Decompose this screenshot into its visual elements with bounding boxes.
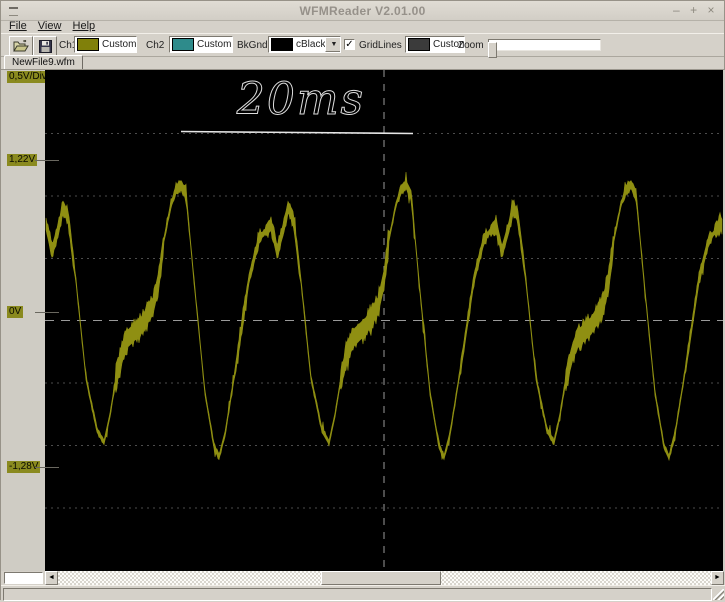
scroll-left-icon: ◄ <box>48 574 55 581</box>
zoom-label: Zoom <box>458 40 484 51</box>
chevron-down-icon[interactable]: ▼ <box>325 37 340 52</box>
bkgnd-label: BkGnd <box>237 40 268 51</box>
ch2-color-value: Custom... <box>197 39 232 50</box>
save-floppy-icon <box>38 39 52 53</box>
scope-display: 20ms <box>45 70 723 572</box>
menu-bar: File View Help <box>1 20 724 33</box>
title-bar: WFMReader V2.01.00 – + × <box>1 1 724 21</box>
status-panel <box>3 588 712 601</box>
check-icon: ✓ <box>345 39 354 50</box>
waveform-panel: 0,5V/Div 1,22V 0V -1,28V 20ms <box>1 69 725 572</box>
time-annotation: 20ms <box>236 74 365 125</box>
axis-label: 1,22V <box>7 154 38 166</box>
scroll-right-button[interactable]: ► <box>711 571 724 585</box>
maximize-icon[interactable]: + <box>687 3 701 17</box>
ch2-color-select[interactable]: Custom... ▼ <box>169 36 233 53</box>
toolbar: Ch1 Custom... ▼ Ch2 Custom... ▼ BkGnd cB… <box>1 33 724 58</box>
axis-label: 0,5V/Div <box>7 71 49 83</box>
tab-bar: NewFile9.wfm <box>1 55 724 72</box>
menu-item-file[interactable]: File <box>9 20 27 32</box>
status-bar <box>1 585 725 602</box>
gridlines-color-select[interactable]: Custom... ▼ <box>405 36 465 53</box>
window-controls: – + × <box>669 3 718 17</box>
window-title: WFMReader V2.01.00 <box>299 4 426 18</box>
ch1-color-swatch <box>77 38 99 51</box>
horizontal-scrollbar: ◄ ► <box>1 571 725 585</box>
gridlines-color-swatch <box>408 38 430 51</box>
gridlines-checkbox[interactable]: ✓ <box>344 39 355 50</box>
menu-item-view[interactable]: View <box>38 20 62 32</box>
axis-tick <box>35 467 59 468</box>
resize-grip-icon[interactable] <box>713 589 724 600</box>
axis-tick <box>35 160 59 161</box>
bkgnd-color-swatch <box>271 38 293 51</box>
waveform-canvas: 20ms <box>45 70 723 572</box>
scroll-left-button[interactable]: ◄ <box>45 571 58 585</box>
gridlines-label: GridLines <box>359 40 402 51</box>
bkgnd-color-select[interactable]: cBlack ▼ <box>268 36 341 53</box>
menu-item-help[interactable]: Help <box>73 20 96 32</box>
axis-gutter: 0,5V/Div 1,22V 0V -1,28V <box>1 70 49 571</box>
save-file-button[interactable] <box>33 36 57 56</box>
minimize-icon[interactable]: – <box>669 3 683 17</box>
ch1-color-value: Custom... <box>102 39 137 50</box>
ch1-color-select[interactable]: Custom... ▼ <box>74 36 137 53</box>
open-file-button[interactable] <box>9 36 33 56</box>
close-icon[interactable]: × <box>704 3 718 17</box>
zoom-slider[interactable] <box>488 39 601 58</box>
app-window: WFMReader V2.01.00 – + × File View Help <box>0 0 725 602</box>
open-folder-icon <box>13 40 29 52</box>
bkgnd-color-value: cBlack <box>296 39 326 50</box>
ch2-label: Ch2 <box>146 40 165 51</box>
scroll-right-icon: ► <box>714 574 721 581</box>
axis-label: 0V <box>7 306 24 318</box>
scrollbar-thumb[interactable] <box>321 571 441 585</box>
ch2-color-swatch <box>172 38 194 51</box>
scrollbar-corner-box <box>4 572 43 584</box>
axis-tick <box>35 312 59 313</box>
